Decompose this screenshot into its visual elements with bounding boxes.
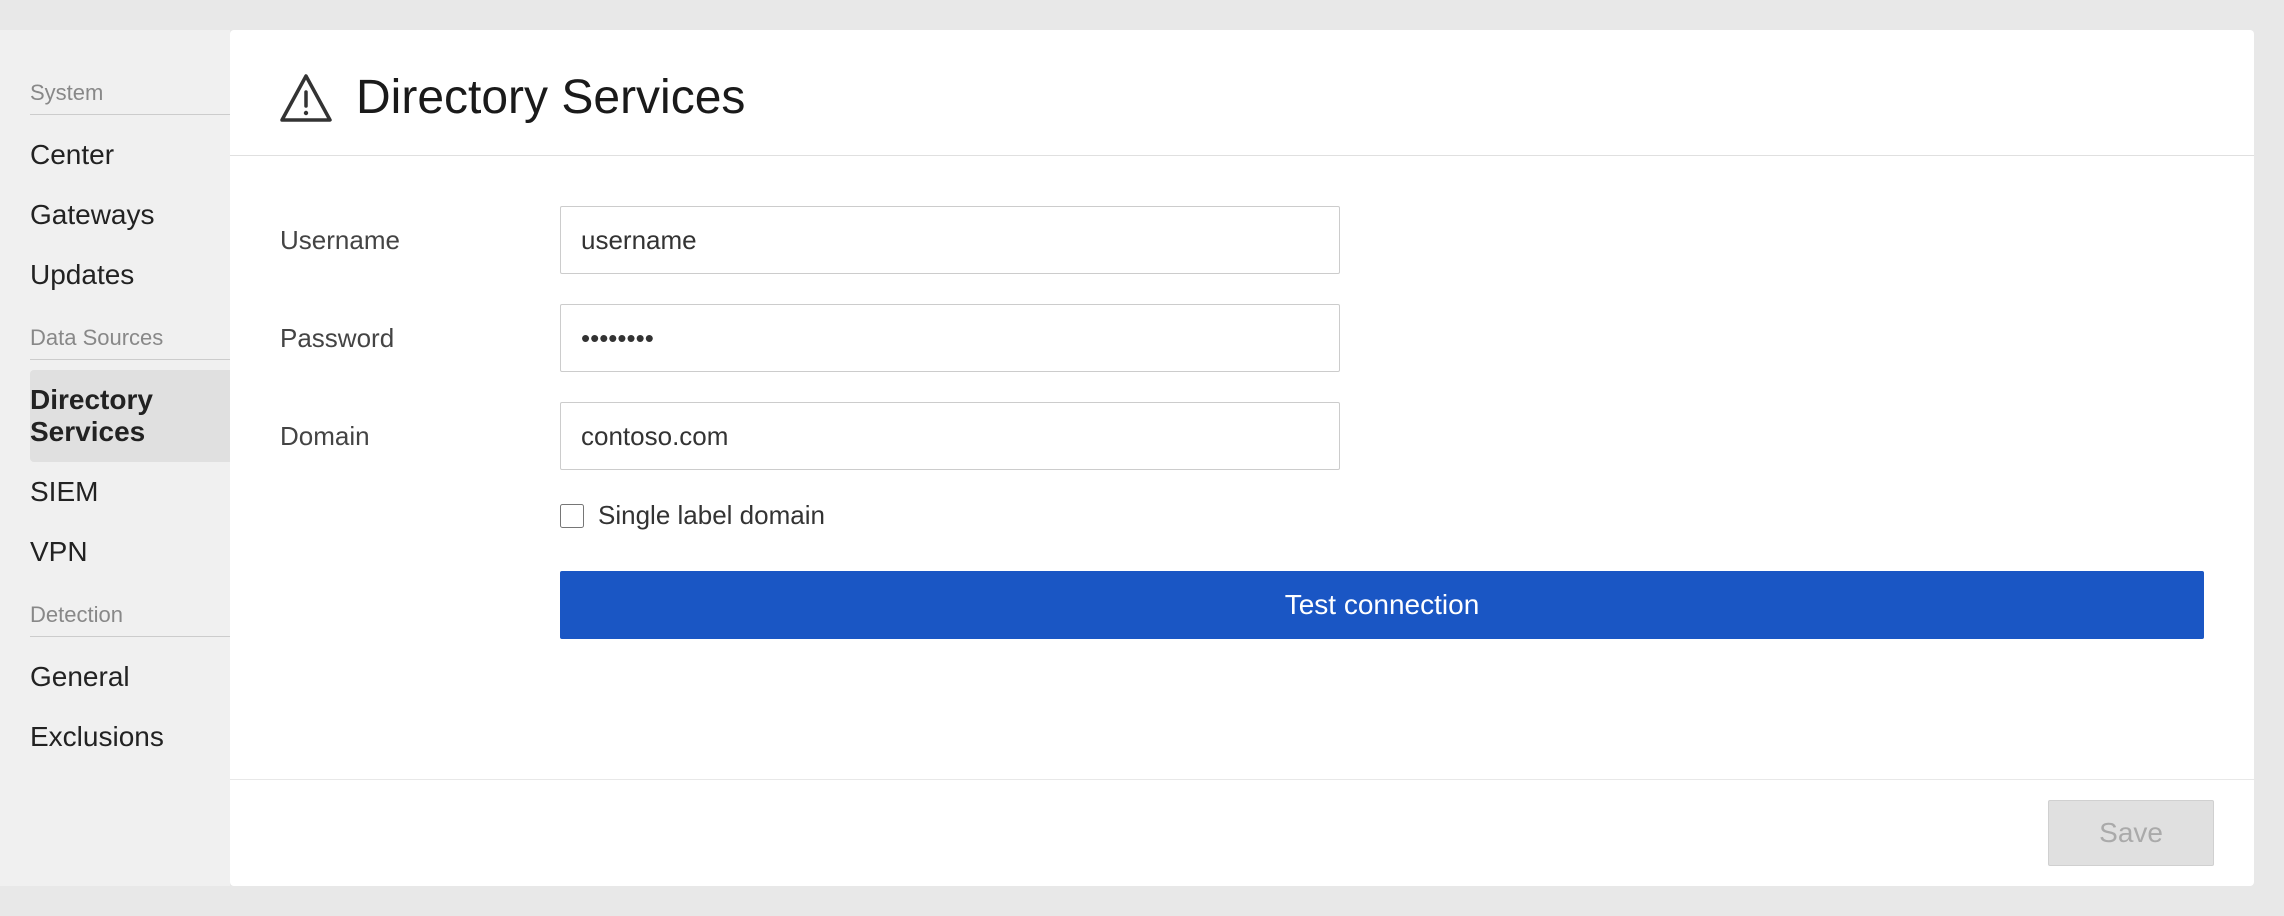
save-button[interactable]: Save — [2048, 800, 2214, 866]
domain-label: Domain — [280, 421, 560, 452]
sidebar-item-updates[interactable]: Updates — [30, 245, 230, 305]
password-row: Password — [280, 304, 2204, 372]
username-label: Username — [280, 225, 560, 256]
form-area: Username Password Domain Single label do… — [230, 156, 2254, 779]
single-label-domain-row: Single label domain — [560, 500, 2204, 531]
sidebar-item-directory-services[interactable]: Directory Services — [30, 370, 230, 462]
detection-section-label: Detection — [30, 602, 230, 637]
sidebar-item-center[interactable]: Center — [30, 125, 230, 185]
sidebar-item-vpn[interactable]: VPN — [30, 522, 230, 582]
test-connection-button[interactable]: Test connection — [560, 571, 2204, 639]
data-sources-section-label: Data Sources — [30, 325, 230, 360]
username-row: Username — [280, 206, 2204, 274]
page-header: Directory Services — [230, 30, 2254, 156]
sidebar-item-general[interactable]: General — [30, 647, 230, 707]
username-input[interactable] — [560, 206, 1340, 274]
password-input[interactable] — [560, 304, 1340, 372]
sidebar-item-gateways[interactable]: Gateways — [30, 185, 230, 245]
single-label-domain-label: Single label domain — [598, 500, 825, 531]
main-content: Directory Services Username Password Dom… — [230, 30, 2254, 886]
single-label-domain-checkbox[interactable] — [560, 504, 584, 528]
page-title: Directory Services — [356, 70, 745, 125]
domain-row: Domain — [280, 402, 2204, 470]
bottom-bar: Save — [230, 779, 2254, 886]
sidebar-item-siem[interactable]: SIEM — [30, 462, 230, 522]
password-label: Password — [280, 323, 560, 354]
sidebar: System Center Gateways Updates Data Sour… — [0, 30, 230, 886]
system-section-label: System — [30, 80, 230, 115]
sidebar-item-exclusions[interactable]: Exclusions — [30, 707, 230, 767]
warning-triangle-icon — [280, 72, 332, 124]
domain-input[interactable] — [560, 402, 1340, 470]
